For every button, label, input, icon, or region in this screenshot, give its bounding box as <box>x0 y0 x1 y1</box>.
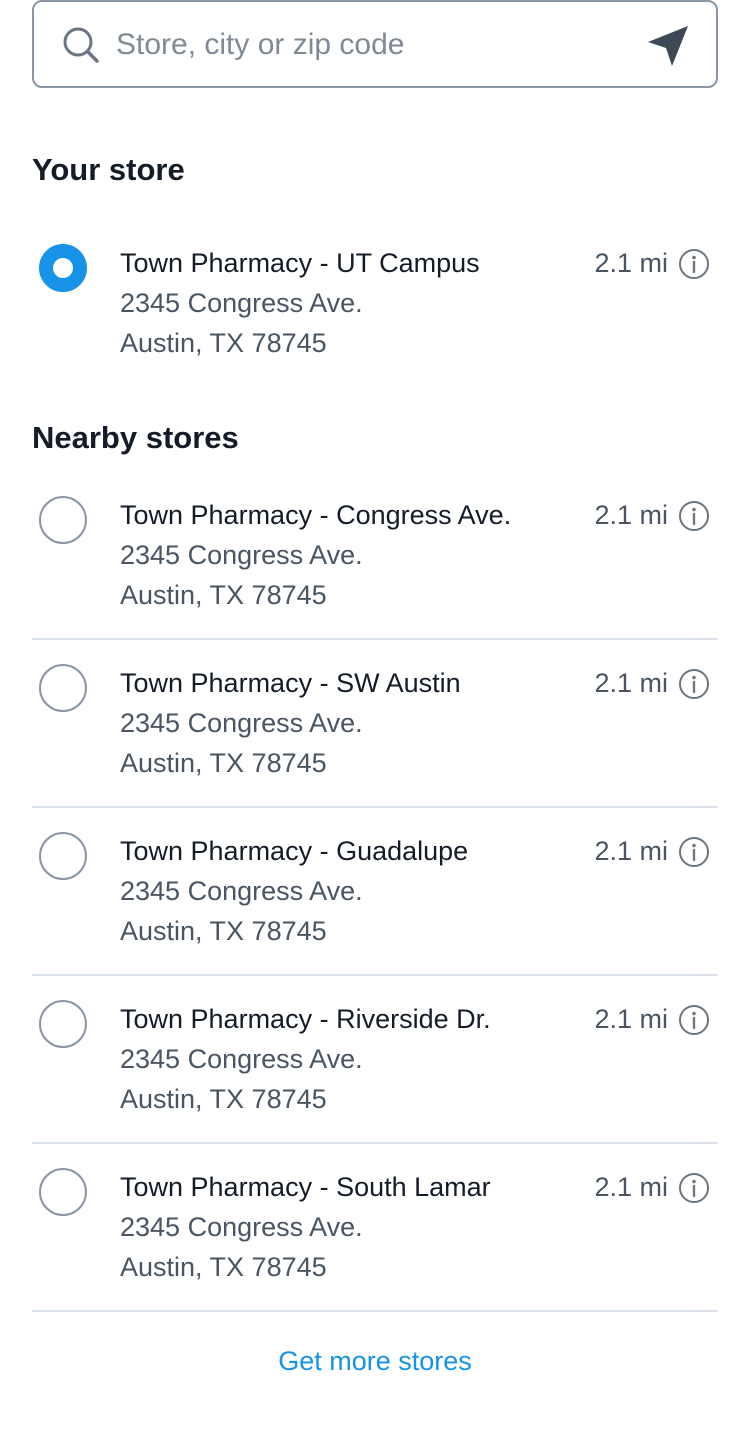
info-icon[interactable] <box>678 668 710 700</box>
nearby-stores-heading: Nearby stores <box>32 420 239 455</box>
store-radio[interactable] <box>39 664 87 712</box>
info-icon[interactable] <box>678 1004 710 1036</box>
store-radio[interactable] <box>39 832 87 880</box>
info-icon[interactable] <box>678 1172 710 1204</box>
store-name: Town Pharmacy - Congress Ave. <box>120 500 512 530</box>
store-name: Town Pharmacy - Riverside Dr. <box>120 1004 491 1034</box>
store-address-line2: Austin, TX 78745 <box>120 580 327 610</box>
store-radio-selected[interactable] <box>39 244 87 292</box>
store-selector-page: Your store Town Pharmacy - UT Campus 234… <box>0 0 750 1432</box>
search-icon <box>63 27 99 63</box>
store-name: Town Pharmacy - South Lamar <box>120 1172 491 1202</box>
store-address-line1: 2345 Congress Ave. <box>120 1212 363 1242</box>
store-radio[interactable] <box>39 496 87 544</box>
store-name: Town Pharmacy - SW Austin <box>120 668 461 698</box>
store-list-item[interactable]: Town Pharmacy - South Lamar 2345 Congres… <box>32 1144 718 1312</box>
store-list-item[interactable]: Town Pharmacy - SW Austin 2345 Congress … <box>32 640 718 808</box>
store-address-line2: Austin, TX 78745 <box>120 916 327 946</box>
store-address-line1: 2345 Congress Ave. <box>120 540 363 570</box>
get-more-stores-link[interactable]: Get more stores <box>0 1346 750 1377</box>
store-address-line1: 2345 Congress Ave. <box>120 288 363 318</box>
store-address-line2: Austin, TX 78745 <box>120 748 327 778</box>
store-distance: 2.1 mi <box>594 500 668 530</box>
store-name: Town Pharmacy - Guadalupe <box>120 836 469 866</box>
info-icon[interactable] <box>678 836 710 868</box>
store-distance: 2.1 mi <box>594 248 668 278</box>
your-store-item[interactable]: Town Pharmacy - UT Campus 2345 Congress … <box>32 236 718 404</box>
store-radio[interactable] <box>39 1000 87 1048</box>
store-address-line2: Austin, TX 78745 <box>120 1252 327 1282</box>
search-bar[interactable] <box>32 0 718 88</box>
search-input[interactable] <box>116 22 636 68</box>
store-distance: 2.1 mi <box>594 836 668 866</box>
store-address-line1: 2345 Congress Ave. <box>120 876 363 906</box>
store-radio[interactable] <box>39 1168 87 1216</box>
store-address-line2: Austin, TX 78745 <box>120 328 327 358</box>
store-address-line2: Austin, TX 78745 <box>120 1084 327 1114</box>
store-list-item[interactable]: Town Pharmacy - Congress Ave. 2345 Congr… <box>32 472 718 640</box>
store-distance: 2.1 mi <box>594 1004 668 1034</box>
store-list-item[interactable]: Town Pharmacy - Guadalupe 2345 Congress … <box>32 808 718 976</box>
your-store-heading: Your store <box>32 152 185 187</box>
store-list-item[interactable]: Town Pharmacy - Riverside Dr. 2345 Congr… <box>32 976 718 1144</box>
location-arrow-icon[interactable] <box>644 22 692 70</box>
store-name: Town Pharmacy - UT Campus <box>120 248 480 278</box>
store-distance: 2.1 mi <box>594 1172 668 1202</box>
store-address-line1: 2345 Congress Ave. <box>120 708 363 738</box>
info-icon[interactable] <box>678 500 710 532</box>
info-icon[interactable] <box>678 248 710 280</box>
store-distance: 2.1 mi <box>594 668 668 698</box>
store-address-line1: 2345 Congress Ave. <box>120 1044 363 1074</box>
